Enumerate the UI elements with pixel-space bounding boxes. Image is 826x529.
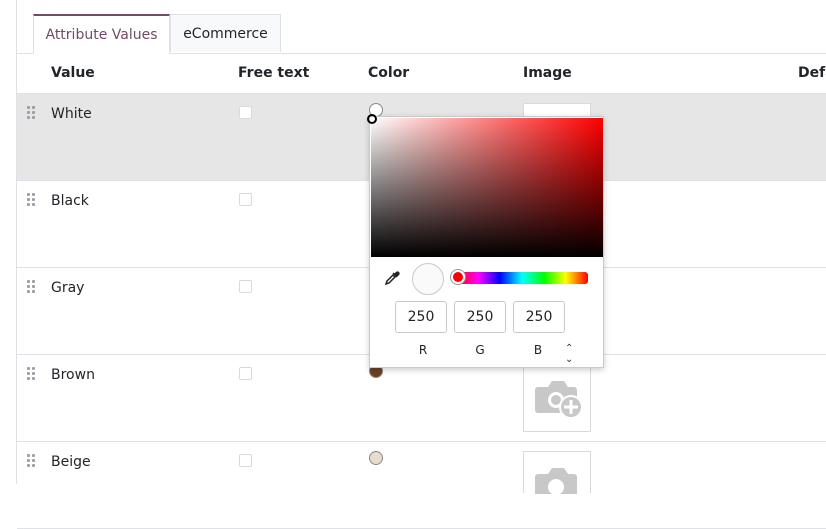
table-row[interactable]: Beige xyxy=(17,442,826,529)
color-picker-popover: R G B ⌃⌄ xyxy=(367,114,604,368)
drag-handle-icon[interactable] xyxy=(27,454,37,468)
drag-handle-icon[interactable] xyxy=(27,106,37,120)
red-label: R xyxy=(418,343,428,357)
image-upload-box[interactable] xyxy=(523,451,591,494)
free-text-checkbox[interactable] xyxy=(239,106,252,119)
color-preview xyxy=(412,263,444,295)
free-text-checkbox[interactable] xyxy=(239,193,252,206)
hue-slider[interactable] xyxy=(451,270,588,284)
camera-plus-icon xyxy=(535,381,583,419)
red-input[interactable] xyxy=(395,301,447,333)
green-label: G xyxy=(475,343,485,357)
column-header-default[interactable]: Defa xyxy=(798,65,826,81)
value-cell[interactable]: White xyxy=(51,106,92,122)
free-text-checkbox[interactable] xyxy=(239,280,252,293)
table-header: Value Free text Color Image Defa xyxy=(17,54,826,94)
column-header-image[interactable]: Image xyxy=(523,65,572,81)
saturation-value-area[interactable] xyxy=(367,114,603,257)
value-cell[interactable]: Beige xyxy=(51,454,91,470)
value-cell[interactable]: Brown xyxy=(51,367,95,383)
column-header-value[interactable]: Value xyxy=(51,65,95,81)
tab-ecommerce[interactable]: eCommerce xyxy=(170,14,281,52)
image-upload-box[interactable] xyxy=(523,364,591,432)
green-input[interactable] xyxy=(454,301,506,333)
camera-icon xyxy=(535,468,577,494)
blue-input[interactable] xyxy=(513,301,565,333)
up-down-chevron-icon[interactable]: ⌃ ⌄ xyxy=(565,343,573,365)
column-header-color[interactable]: Color xyxy=(368,65,409,81)
hue-slider-handle[interactable] xyxy=(451,270,465,284)
drag-handle-icon[interactable] xyxy=(27,280,37,294)
value-cell[interactable]: Black xyxy=(51,193,89,209)
tab-bar: Attribute Values eCommerce xyxy=(17,0,826,54)
column-header-free-text[interactable]: Free text xyxy=(238,65,309,81)
free-text-checkbox[interactable] xyxy=(239,454,252,467)
eyedropper-icon[interactable] xyxy=(384,270,400,286)
tab-attribute-values[interactable]: Attribute Values xyxy=(33,14,170,54)
saturation-handle[interactable] xyxy=(367,114,377,124)
table-row[interactable]: Brown xyxy=(17,355,826,442)
value-cell[interactable]: Gray xyxy=(51,280,84,296)
blue-label: B xyxy=(533,343,543,357)
drag-handle-icon[interactable] xyxy=(27,367,37,381)
color-swatch[interactable] xyxy=(369,451,383,465)
drag-handle-icon[interactable] xyxy=(27,193,37,207)
free-text-checkbox[interactable] xyxy=(239,367,252,380)
